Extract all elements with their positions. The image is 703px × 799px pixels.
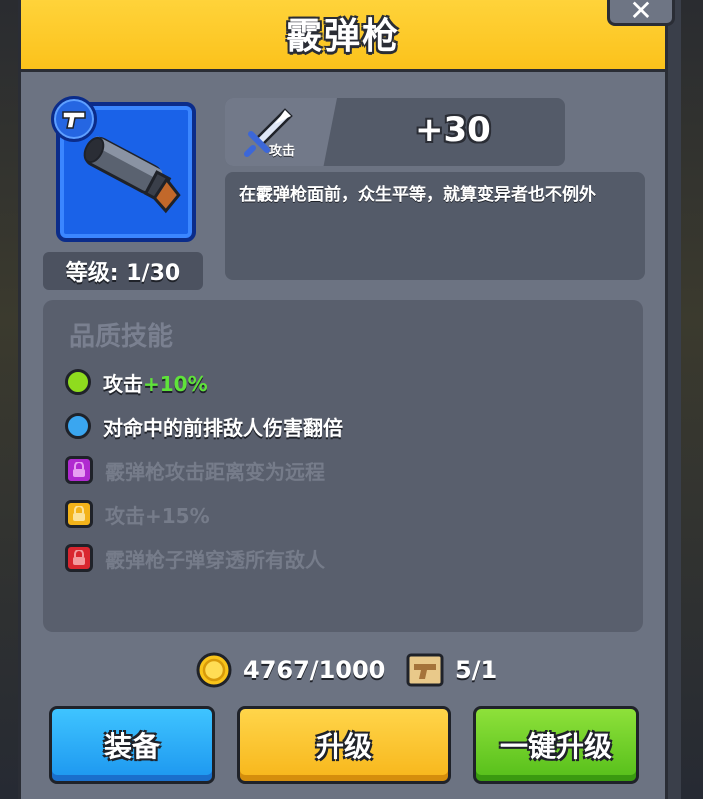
one-click-upgrade-button[interactable]: 一键升级 xyxy=(473,706,639,784)
lock-icon xyxy=(65,500,93,528)
skills-title: 品质技能 xyxy=(69,322,174,352)
skill-row-locked: 霰弹枪攻击距离变为远程 xyxy=(65,454,325,486)
skill-bonus: +10% xyxy=(143,371,208,396)
skill-row-locked: 攻击+15% xyxy=(65,498,210,530)
weapon-detail-panel: 霰弹枪 ✕ 等级: 1/30 攻击 +30 在霰弹枪面前，众生平等，就算变异者也… xyxy=(18,0,675,799)
blueprint-resource: 5/1 xyxy=(405,650,497,690)
level-indicator: 等级: 1/30 xyxy=(43,252,203,290)
close-icon: ✕ xyxy=(629,0,653,27)
coin-count: 4767/1000 xyxy=(243,656,386,684)
coin-icon xyxy=(196,652,232,688)
attack-icon-label: 攻击 xyxy=(269,144,296,159)
description-text: 在霰弹枪面前，众生平等，就算变异者也不例外 xyxy=(239,185,596,205)
close-button[interactable]: ✕ xyxy=(607,0,675,27)
skill-row: 攻击+10% xyxy=(65,366,208,398)
skill-row: 对命中的前排敌人伤害翻倍 xyxy=(65,410,343,442)
upgrade-button[interactable]: 升级 xyxy=(237,706,451,784)
background-right xyxy=(681,0,703,799)
skill-row-locked: 霰弹枪子弹穿透所有敌人 xyxy=(65,542,325,574)
one-click-upgrade-label: 一键升级 xyxy=(499,730,612,763)
panel-title: 霰弹枪 xyxy=(285,15,400,57)
attack-stat: 攻击 +30 xyxy=(225,98,565,166)
weapon-description: 在霰弹枪面前，众生平等，就算变异者也不例外 xyxy=(225,172,645,280)
skill-text: 攻击 xyxy=(103,371,143,396)
equip-button-label: 装备 xyxy=(103,730,160,763)
skill-text: 霰弹枪子弹穿透所有敌人 xyxy=(105,547,325,572)
blue-dot-icon xyxy=(65,413,91,439)
lock-icon xyxy=(65,456,93,484)
upgrade-button-label: 升级 xyxy=(315,730,372,763)
quality-skills-panel: 品质技能 攻击+10% 对命中的前排敌人伤害翻倍 霰弹枪攻击距离变为远程 攻击+… xyxy=(43,300,643,632)
blueprint-count: 5/1 xyxy=(455,656,498,684)
lock-icon xyxy=(65,544,93,572)
skill-text: 对命中的前排敌人伤害翻倍 xyxy=(103,415,343,440)
panel-header: 霰弹枪 ✕ xyxy=(21,0,675,72)
shotgun-icon xyxy=(83,136,181,214)
level-label: 等级: 1/30 xyxy=(65,261,181,286)
green-dot-icon xyxy=(65,369,91,395)
coin-resource: 4767/1000 xyxy=(195,650,385,690)
equip-button[interactable]: 装备 xyxy=(49,706,215,784)
pistol-tag-icon xyxy=(62,111,86,129)
skill-text: 攻击+15% xyxy=(105,503,210,528)
attack-value: +30 xyxy=(415,110,491,150)
skill-text: 霰弹枪攻击距离变为远程 xyxy=(105,459,325,484)
weapon-type-badge xyxy=(51,96,97,142)
blueprint-icon xyxy=(406,653,444,687)
